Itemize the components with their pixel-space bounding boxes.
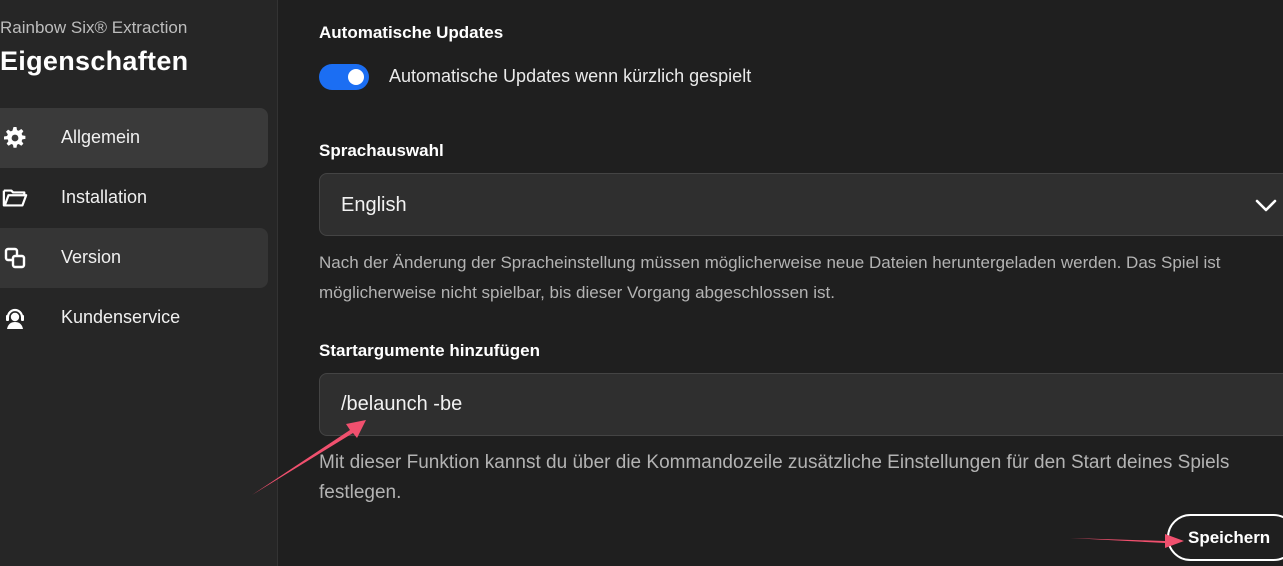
sidebar-item-kundenservice[interactable]: Kundenservice	[0, 288, 268, 348]
launch-args-help-text: Mit dieser Funktion kannst du über die K…	[319, 452, 1230, 503]
page-title: Eigenschaften	[0, 46, 189, 76]
sidebar-item-label: Kundenservice	[61, 307, 181, 327]
sidebar-item-allgemein[interactable]: Allgemein	[0, 108, 268, 168]
language-selected-value: English	[341, 194, 407, 216]
game-title: Rainbow Six® Extraction	[0, 18, 188, 37]
chevron-down-icon	[1255, 196, 1277, 214]
auto-updates-toggle-label[interactable]: Automatische Updates wenn kürzlich gespi…	[389, 66, 751, 87]
auto-updates-toggle[interactable]	[319, 64, 369, 90]
auto-updates-title: Automatische Updates	[319, 23, 504, 42]
language-select[interactable]: English	[319, 173, 1283, 236]
toggle-knob	[348, 69, 364, 85]
sidebar-item-label: Installation	[61, 187, 148, 207]
folder-icon	[2, 186, 28, 210]
support-agent-icon	[2, 306, 28, 330]
sidebar-item-label: Allgemein	[61, 127, 141, 147]
launch-args-title: Startargumente hinzufügen	[319, 341, 541, 360]
sidebar-item-label: Version	[61, 247, 122, 267]
launch-args-input[interactable]	[319, 373, 1283, 436]
sidebar-item-installation[interactable]: Installation	[0, 168, 268, 228]
version-icon	[2, 246, 28, 270]
language-help-text: Nach der Änderung der Spracheinstellung …	[319, 253, 1221, 302]
gear-icon	[2, 126, 28, 150]
settings-panel: Automatische Updates Automatische Update…	[279, 0, 1283, 566]
save-button[interactable]: Speichern	[1167, 514, 1283, 561]
properties-window: Rainbow Six® Extraction Eigenschaften Al…	[0, 0, 1283, 566]
sidebar: Rainbow Six® Extraction Eigenschaften Al…	[0, 0, 278, 566]
sidebar-item-version[interactable]: Version	[0, 228, 268, 288]
language-title: Sprachauswahl	[319, 141, 444, 160]
